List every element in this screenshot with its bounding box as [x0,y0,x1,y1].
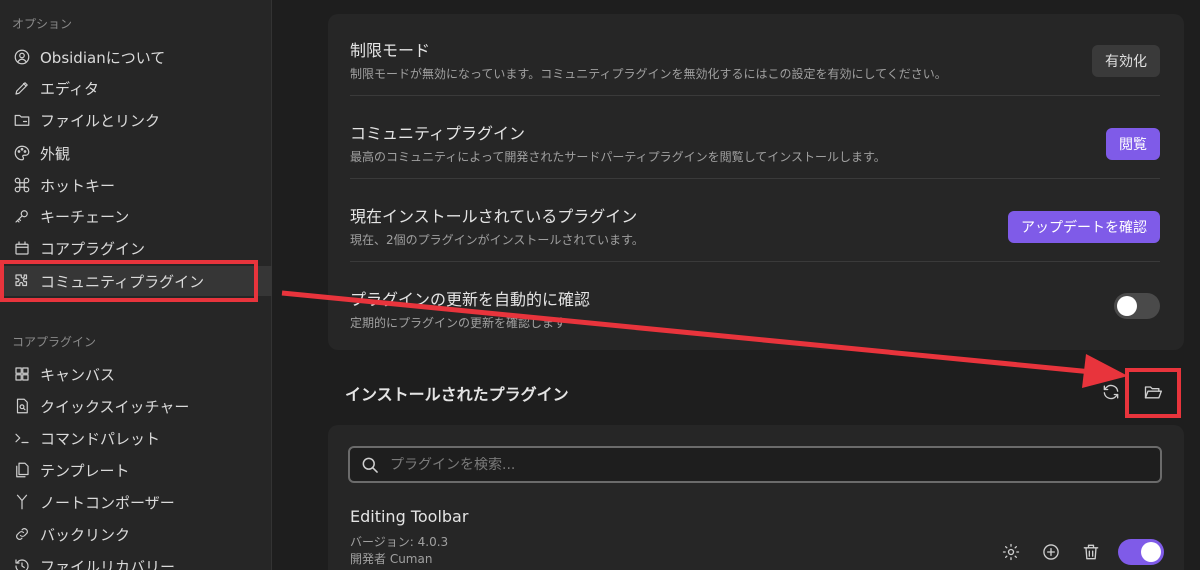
settings-card: 制限モード 制限モードが無効になっています。コミュニティプラグインを無効化するに… [328,14,1184,350]
gear-icon [1002,543,1020,561]
setting-name: 制限モード [350,41,431,60]
plugin-enable-toggle[interactable] [1118,539,1164,565]
plugin-search-input[interactable] [390,456,1090,473]
sidebar-item-backlinks[interactable]: バックリンク [0,519,272,549]
sidebar-item-label: ファイルリカバリー [40,557,176,570]
core-plugins-section-label: コアプラグイン [12,335,97,349]
terminal-icon [12,428,32,448]
plugin-version: バージョン: 4.0.3 [350,535,449,549]
plugin-name: Editing Toolbar [350,507,469,526]
sidebar-item-appearance[interactable]: 外観 [0,138,272,168]
sidebar-item-keychain[interactable]: キーチェーン [0,201,272,231]
sidebar-item-label: コマンドパレット [40,429,161,448]
toggle-knob [1117,296,1137,316]
sidebar-item-quick-switcher[interactable]: クイックスイッチャー [0,391,272,421]
installed-plugins-card: Editing Toolbar バージョン: 4.0.3 開発者 Cuman [328,425,1184,570]
setting-description: 最高のコミュニティによって開発されたサードパーティプラグインを閲覧してインストー… [350,150,886,164]
setting-name: 現在インストールされているプラグイン [350,207,638,226]
sidebar-item-about[interactable]: Obsidianについて [0,42,272,72]
grid-icon [12,364,32,384]
setting-name: プラグインの更新を自動的に確認 [350,290,591,309]
history-icon [12,556,32,570]
plugin-author: 開発者 Cuman [350,552,433,566]
search-icon [362,457,378,473]
merge-icon [12,492,32,512]
sidebar-item-label: ファイルとリンク [40,111,161,130]
settings-main-panel: 制限モード 制限モードが無効になっています。コミュニティプラグインを無効化するに… [273,0,1200,570]
highlight-box-community-plugins [0,260,258,302]
folder-link-icon [12,110,32,130]
command-icon [12,175,32,195]
key-icon [12,206,32,226]
setting-installed-plugins: 現在インストールされているプラグイン 現在、2個のプラグインがインストールされて… [350,180,1160,262]
auto-check-updates-toggle[interactable] [1114,293,1160,319]
plugin-uninstall-button[interactable] [1078,539,1104,565]
toggle-knob [1141,542,1161,562]
check-updates-button[interactable]: アップデートを確認 [1008,211,1160,243]
plugin-options-button[interactable] [998,539,1024,565]
calendar-box-icon [12,238,32,258]
plugin-search-box[interactable] [348,446,1162,483]
plugin-hotkeys-button[interactable] [1038,539,1064,565]
sidebar-item-templates[interactable]: テンプレート [0,455,272,485]
sidebar-item-label: Obsidianについて [40,48,166,67]
sidebar-item-label: キャンバス [40,365,116,384]
setting-description: 定期的にプラグインの更新を確認します [350,316,567,330]
palette-icon [12,143,32,163]
user-circle-icon [12,47,32,67]
setting-description: 制限モードが無効になっています。コミュニティプラグインを無効化するにはこの設定を… [350,67,947,81]
sidebar-item-label: ノートコンポーザー [40,493,175,512]
enable-restricted-mode-button[interactable]: 有効化 [1092,45,1160,77]
refresh-icon [1103,384,1119,400]
trash-icon [1083,544,1099,560]
file-search-icon [12,396,32,416]
sidebar-item-label: 外観 [40,144,71,163]
sidebar-item-file-recovery[interactable]: ファイルリカバリー [0,551,272,570]
sidebar-item-label: テンプレート [40,461,130,480]
setting-name: コミュニティプラグイン [350,124,526,143]
sidebar-item-editor[interactable]: エディタ [0,73,272,103]
sidebar-item-hotkeys[interactable]: ホットキー [0,170,272,200]
pencil-icon [12,78,32,98]
options-section-label: オプション [12,17,73,31]
setting-auto-check-updates: プラグインの更新を自動的に確認 定期的にプラグインの更新を確認します [350,263,1160,345]
sidebar-item-files-links[interactable]: ファイルとリンク [0,105,272,135]
sidebar-item-label: キーチェーン [40,207,130,226]
files-icon [12,460,32,480]
setting-community-plugins: コミュニティプラグイン 最高のコミュニティによって開発されたサードパーティプラグ… [350,97,1160,179]
reload-plugins-button[interactable] [1097,378,1125,406]
sidebar-item-label: コアプラグイン [40,239,146,258]
sidebar-item-core-plugins[interactable]: コアプラグイン [0,233,272,263]
sidebar-item-label: クイックスイッチャー [40,397,190,416]
sidebar-item-label: エディタ [40,79,99,98]
sidebar-item-canvas[interactable]: キャンバス [0,359,272,389]
setting-description: 現在、2個のプラグインがインストールされています。 [350,233,644,247]
settings-sidebar: オプション Obsidianについて エディタ ファイルとリンク 外観 ホットキ… [0,0,272,570]
installed-plugins-heading: インストールされたプラグイン [345,385,569,404]
sidebar-item-command-palette[interactable]: コマンドパレット [0,423,272,453]
browse-plugins-button[interactable]: 閲覧 [1106,128,1160,160]
plugin-actions [998,539,1164,565]
sidebar-item-label: ホットキー [40,176,116,195]
highlight-box-folder-button [1125,368,1181,418]
link-icon [12,524,32,544]
sidebar-item-note-composer[interactable]: ノートコンポーザー [0,487,272,517]
sidebar-item-label: バックリンク [40,525,131,544]
setting-restricted-mode: 制限モード 制限モードが無効になっています。コミュニティプラグインを無効化するに… [350,14,1160,96]
plus-circle-icon [1043,544,1059,560]
